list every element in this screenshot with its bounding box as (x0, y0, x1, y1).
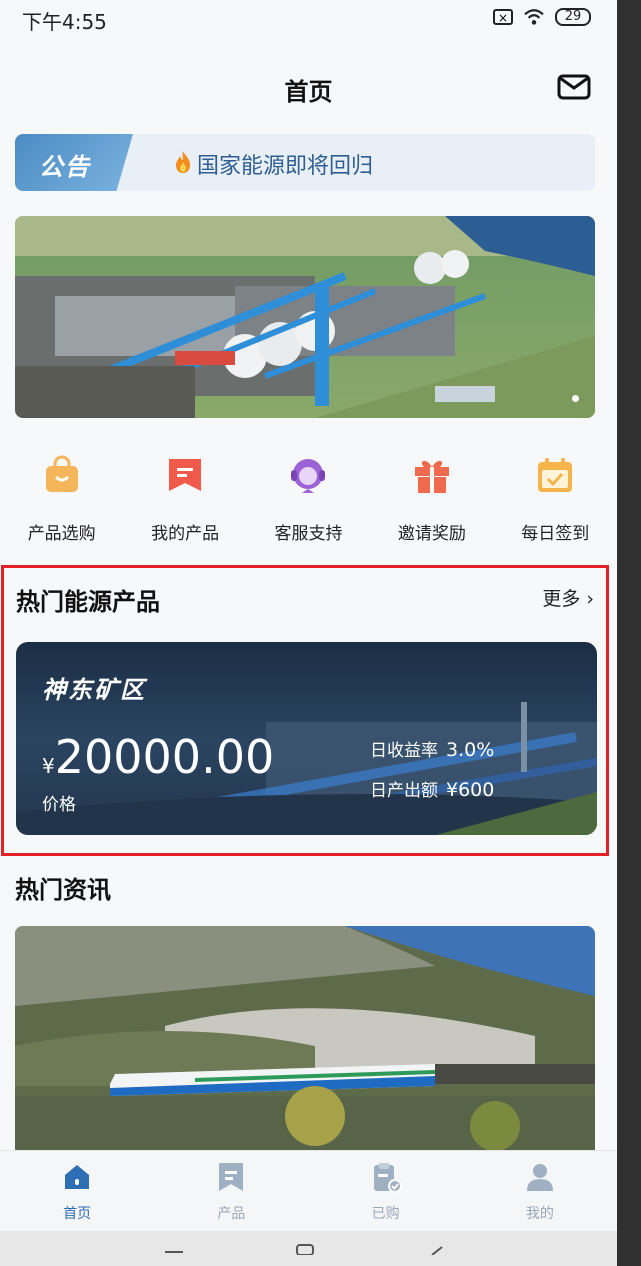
clipboard-check-icon (373, 1163, 402, 1193)
announcement-label: 公告 (39, 153, 91, 181)
bookmark-icon (169, 459, 202, 491)
home-icon (65, 1165, 90, 1189)
background-window-edge (617, 0, 641, 1266)
quick-action-label: 每日签到 (521, 524, 590, 544)
hot-products-title: 热门能源产品 (16, 588, 160, 616)
quick-action-support[interactable]: 客服支持 (253, 455, 363, 545)
chevron-right-icon: › (586, 588, 594, 610)
news-item-image[interactable] (15, 926, 595, 1156)
product-card[interactable]: 神东矿区 ¥20000.00 价格 日收益率 3.0% 日产出额 ¥600 (16, 642, 597, 835)
tab-purchased[interactable]: 已购 (309, 1151, 463, 1231)
tab-label: 首页 (63, 1206, 92, 1222)
sim-icon: × (493, 9, 513, 25)
industrial-plant-image (15, 216, 595, 418)
quick-action-invite[interactable]: 邀请奖励 (377, 455, 487, 545)
product-price: ¥20000.00 (42, 730, 274, 784)
battery-icon: 29 (555, 8, 591, 26)
more-link[interactable]: 更多 › (542, 584, 594, 611)
tab-mine[interactable]: 我的 (463, 1151, 617, 1231)
shopping-bag-icon (45, 455, 78, 492)
quick-actions: 产品选购 我的产品 客服支持 邀请奖励 每日签到 (0, 455, 617, 545)
menu-icon[interactable] (165, 1241, 183, 1255)
train-landscape-image (15, 926, 595, 1156)
quick-action-label: 产品选购 (27, 524, 96, 544)
calendar-check-icon (538, 458, 573, 492)
gift-icon (414, 460, 449, 493)
tab-label: 我的 (525, 1206, 554, 1222)
system-nav-bar (0, 1231, 617, 1266)
carousel-indicator[interactable] (572, 395, 579, 402)
quick-action-checkin[interactable]: 每日签到 (500, 455, 610, 545)
hot-products-section: 热门能源产品 更多 › 神东矿区 ¥20000.00 价格 日收益率 3.0% … (1, 565, 609, 856)
daily-output-value: ¥600 (446, 779, 495, 801)
wifi-icon (524, 9, 544, 25)
quick-action-my-products[interactable]: 我的产品 (130, 455, 240, 545)
quick-action-label: 我的产品 (151, 524, 220, 544)
fire-icon (176, 151, 190, 173)
bottom-tabbar: 首页 产品 已购 我的 (0, 1150, 617, 1231)
product-name: 神东矿区 (42, 676, 146, 704)
price-label: 价格 (42, 795, 76, 815)
tab-home[interactable]: 首页 (0, 1151, 154, 1231)
daily-rate-label: 日收益率 (370, 741, 438, 761)
page-header: 首页 (0, 50, 617, 126)
user-icon (526, 1164, 553, 1191)
tab-label: 产品 (217, 1206, 246, 1222)
daily-output-label: 日产出额 (370, 781, 438, 801)
quick-action-label: 邀请奖励 (397, 524, 466, 544)
mail-icon[interactable] (557, 74, 591, 100)
daily-rate-value: 3.0% (446, 739, 495, 761)
status-icons: × 29 (493, 8, 591, 26)
headset-icon (291, 459, 326, 493)
announcement-bar[interactable]: 公告 国家能源即将回归 (15, 134, 595, 191)
bookmark-icon (219, 1163, 244, 1191)
news-section-title: 热门资讯 (15, 876, 111, 904)
daily-output: 日产出额 ¥600 (370, 776, 494, 801)
hero-banner[interactable] (15, 216, 595, 418)
phone-screen: 下午4:55 × 29 首页 公告 国家能源即将回归 产品选购 我的产品 客服支… (0, 0, 617, 1266)
tab-label: 已购 (371, 1206, 400, 1222)
quick-action-buy[interactable]: 产品选购 (7, 455, 117, 545)
currency-symbol: ¥ (42, 754, 55, 778)
quick-action-label: 客服支持 (274, 524, 343, 544)
home-button-icon[interactable] (296, 1241, 314, 1255)
back-icon[interactable] (428, 1241, 446, 1255)
tab-products[interactable]: 产品 (154, 1151, 308, 1231)
price-value: 20000.00 (54, 730, 275, 784)
daily-rate: 日收益率 3.0% (370, 736, 494, 761)
status-time: 下午4:55 (22, 10, 107, 34)
status-bar: 下午4:55 × 29 (0, 0, 617, 36)
page-title: 首页 (284, 78, 333, 106)
more-label: 更多 (542, 588, 581, 610)
announcement-text: 国家能源即将回归 (197, 154, 374, 179)
